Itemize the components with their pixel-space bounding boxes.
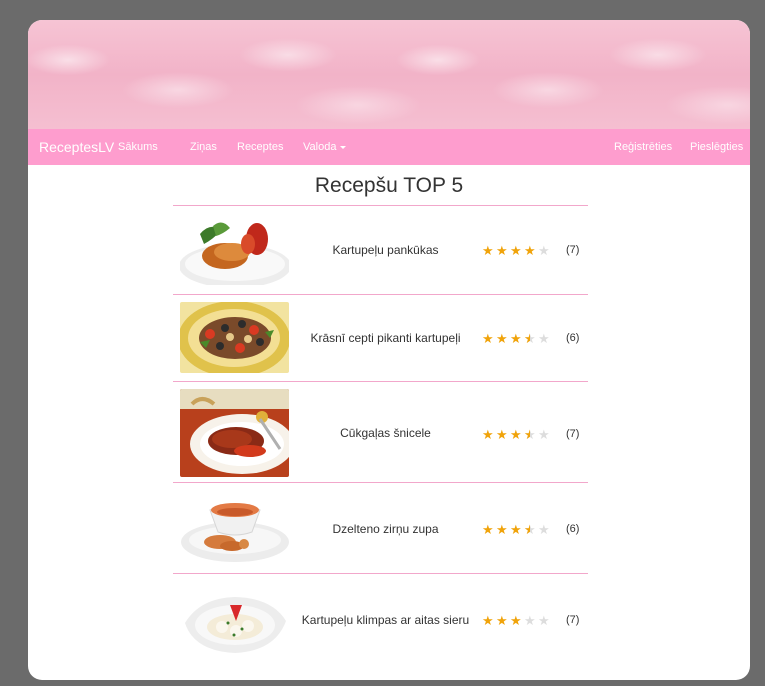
star-full-icon[interactable]: ★ (510, 614, 522, 628)
header-banner (28, 20, 750, 129)
star-full-icon[interactable]: ★ (510, 332, 522, 346)
star-half-icon[interactable]: ★ (524, 332, 536, 347)
star-half-icon[interactable]: ★ (524, 428, 536, 443)
star-empty-icon[interactable]: ★ (538, 332, 550, 346)
recipe-image[interactable] (180, 492, 289, 563)
navbar: ReceptesLV Sākums Ziņas Receptes Valoda … (28, 129, 750, 165)
star-full-icon[interactable]: ★ (496, 614, 508, 628)
recipe-row: Kartupeļu pankūkas ★ ★ ★ ★ ★ (7) (173, 205, 588, 294)
recipe-row: Krāsnī cepti pikanti kartupeļi ★★★★★ (6) (173, 294, 588, 381)
recipe-image[interactable] (180, 302, 289, 373)
brand-link[interactable]: ReceptesLV (39, 129, 114, 165)
rating-count: (7) (566, 244, 580, 256)
star-empty-icon[interactable]: ★ (538, 244, 550, 258)
nav-news[interactable]: Ziņas (190, 129, 217, 165)
nav-language-dropdown[interactable]: Valoda (303, 129, 347, 165)
recipe-image[interactable] (180, 583, 289, 659)
star-full-icon[interactable]: ★ (496, 332, 508, 346)
rating-count: (7) (566, 614, 580, 626)
star-full-icon[interactable]: ★ (496, 523, 508, 537)
star-full-icon[interactable]: ★ (496, 244, 508, 258)
caret-down-icon (340, 145, 347, 149)
recipe-row: Cūkgaļas šnicele ★★★★★ (7) (173, 381, 588, 482)
rating-count: (6) (566, 332, 580, 344)
nav-home[interactable]: Sākums (118, 129, 158, 165)
nav-language-label: Valoda (303, 141, 337, 153)
star-full-icon[interactable]: ★ (482, 244, 494, 258)
star-full-icon[interactable]: ★ (482, 523, 494, 537)
nav-recipes[interactable]: Receptes (237, 129, 283, 165)
star-empty-icon[interactable]: ★ (538, 523, 550, 537)
star-full-icon[interactable]: ★ (510, 523, 522, 537)
recipe-title[interactable]: Dzelteno zirņu zupa (298, 522, 473, 536)
star-half-icon[interactable]: ★ (524, 523, 536, 538)
recipe-title[interactable]: Krāsnī cepti pikanti kartupeļi (298, 331, 473, 345)
nav-login[interactable]: Pieslēgties (690, 129, 743, 165)
star-full-icon[interactable]: ★ (524, 244, 536, 258)
page-container: ReceptesLV Sākums Ziņas Receptes Valoda … (28, 20, 750, 680)
recipe-image[interactable] (180, 214, 289, 285)
star-full-icon[interactable]: ★ (510, 244, 522, 258)
star-full-icon[interactable]: ★ (482, 332, 494, 346)
recipe-image[interactable] (180, 389, 289, 477)
recipe-title[interactable]: Kartupeļu pankūkas (298, 243, 473, 257)
recipe-row: Dzelteno zirņu zupa ★★★★★ (6) (173, 482, 588, 573)
star-full-icon[interactable]: ★ (496, 428, 508, 442)
recipe-row: Kartupeļu klimpas ar aitas sieru ★ ★ ★ ★ ★ (… (173, 573, 588, 668)
recipe-title[interactable]: Kartupeļu klimpas ar aitas sieru (298, 613, 473, 627)
star-full-icon[interactable]: ★ (482, 614, 494, 628)
recipe-title[interactable]: Cūkgaļas šnicele (298, 426, 473, 440)
rating-count: (6) (566, 523, 580, 535)
star-full-icon[interactable]: ★ (482, 428, 494, 442)
star-empty-icon[interactable]: ★ (524, 614, 536, 628)
rating-count: (7) (566, 428, 580, 440)
star-empty-icon[interactable]: ★ (538, 614, 550, 628)
star-full-icon[interactable]: ★ (510, 428, 522, 442)
nav-register[interactable]: Reģistrēties (614, 129, 672, 165)
star-empty-icon[interactable]: ★ (538, 428, 550, 442)
page-title: Recepšu TOP 5 (314, 174, 464, 197)
